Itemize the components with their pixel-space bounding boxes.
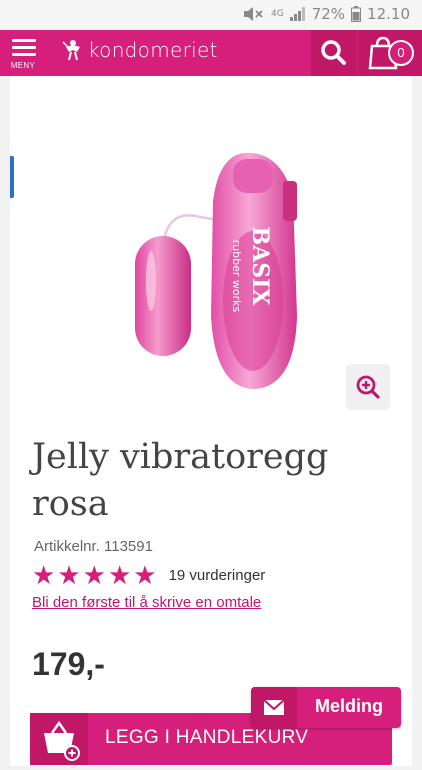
- star-icon: ★: [82, 560, 106, 590]
- message-button[interactable]: Melding: [251, 687, 401, 728]
- signal-icon: [289, 7, 305, 21]
- search-icon: [321, 40, 346, 65]
- mail-icon: [263, 699, 285, 715]
- image-brand-sub-text: rubber works: [230, 240, 243, 313]
- product-title: Jelly vibratoregg rosa: [32, 437, 329, 524]
- cupid-logo-icon: [62, 40, 80, 61]
- star-icon: ★: [133, 560, 157, 590]
- network-type: 4G: [271, 9, 284, 19]
- message-icon-box: [251, 687, 297, 728]
- cart-button[interactable]: 0: [358, 30, 422, 76]
- status-icons: 4G 72% 12.10: [243, 5, 410, 23]
- app-header: MENY kondomeriet 0: [0, 30, 422, 76]
- menu-label: MENY: [10, 61, 36, 70]
- article-number: Artikkelnr. 113591: [34, 538, 153, 555]
- battery-percent: 72%: [311, 5, 346, 23]
- search-button[interactable]: [311, 30, 357, 76]
- star-icon: ★: [32, 560, 56, 590]
- hamburger-icon: [12, 39, 36, 60]
- rating[interactable]: ★ ★ ★ ★ ★ 19 vurderinger: [32, 561, 265, 589]
- product-card: BASIX rubber works Jelly vibratoregg ros…: [10, 76, 412, 766]
- site-logo[interactable]: kondomeriet: [62, 38, 218, 62]
- status-bar: 4G 72% 12.10: [0, 0, 422, 30]
- star-rating: ★ ★ ★ ★ ★: [32, 561, 157, 589]
- battery-icon: [351, 6, 362, 22]
- zoom-button[interactable]: [346, 364, 390, 410]
- cart-count-badge: 0: [388, 40, 414, 66]
- menu-button[interactable]: MENY: [0, 30, 46, 76]
- image-brand-text: BASIX: [247, 227, 273, 307]
- product-image[interactable]: BASIX rubber works: [115, 141, 325, 401]
- star-icon: ★: [57, 560, 81, 590]
- zoom-in-icon: [356, 375, 380, 399]
- brand-name: kondomeriet: [88, 38, 218, 62]
- mute-icon: [244, 7, 263, 21]
- clock: 12.10: [367, 5, 410, 23]
- basket-add-icon: [44, 720, 80, 761]
- write-review-link[interactable]: Bli den første til å skrive en omtale: [32, 594, 261, 611]
- add-to-cart-icon-box: [30, 713, 88, 765]
- star-icon: ★: [107, 560, 132, 590]
- rating-count: 19 vurderinger: [168, 566, 266, 584]
- product-price: 179,-: [32, 646, 105, 682]
- vibrator-egg-illustration: BASIX rubber works: [135, 152, 297, 389]
- side-tab-indicator[interactable]: [10, 156, 14, 198]
- add-to-cart-label: LEGG I HANDLEKURV: [105, 727, 309, 748]
- message-label: Melding: [315, 696, 383, 716]
